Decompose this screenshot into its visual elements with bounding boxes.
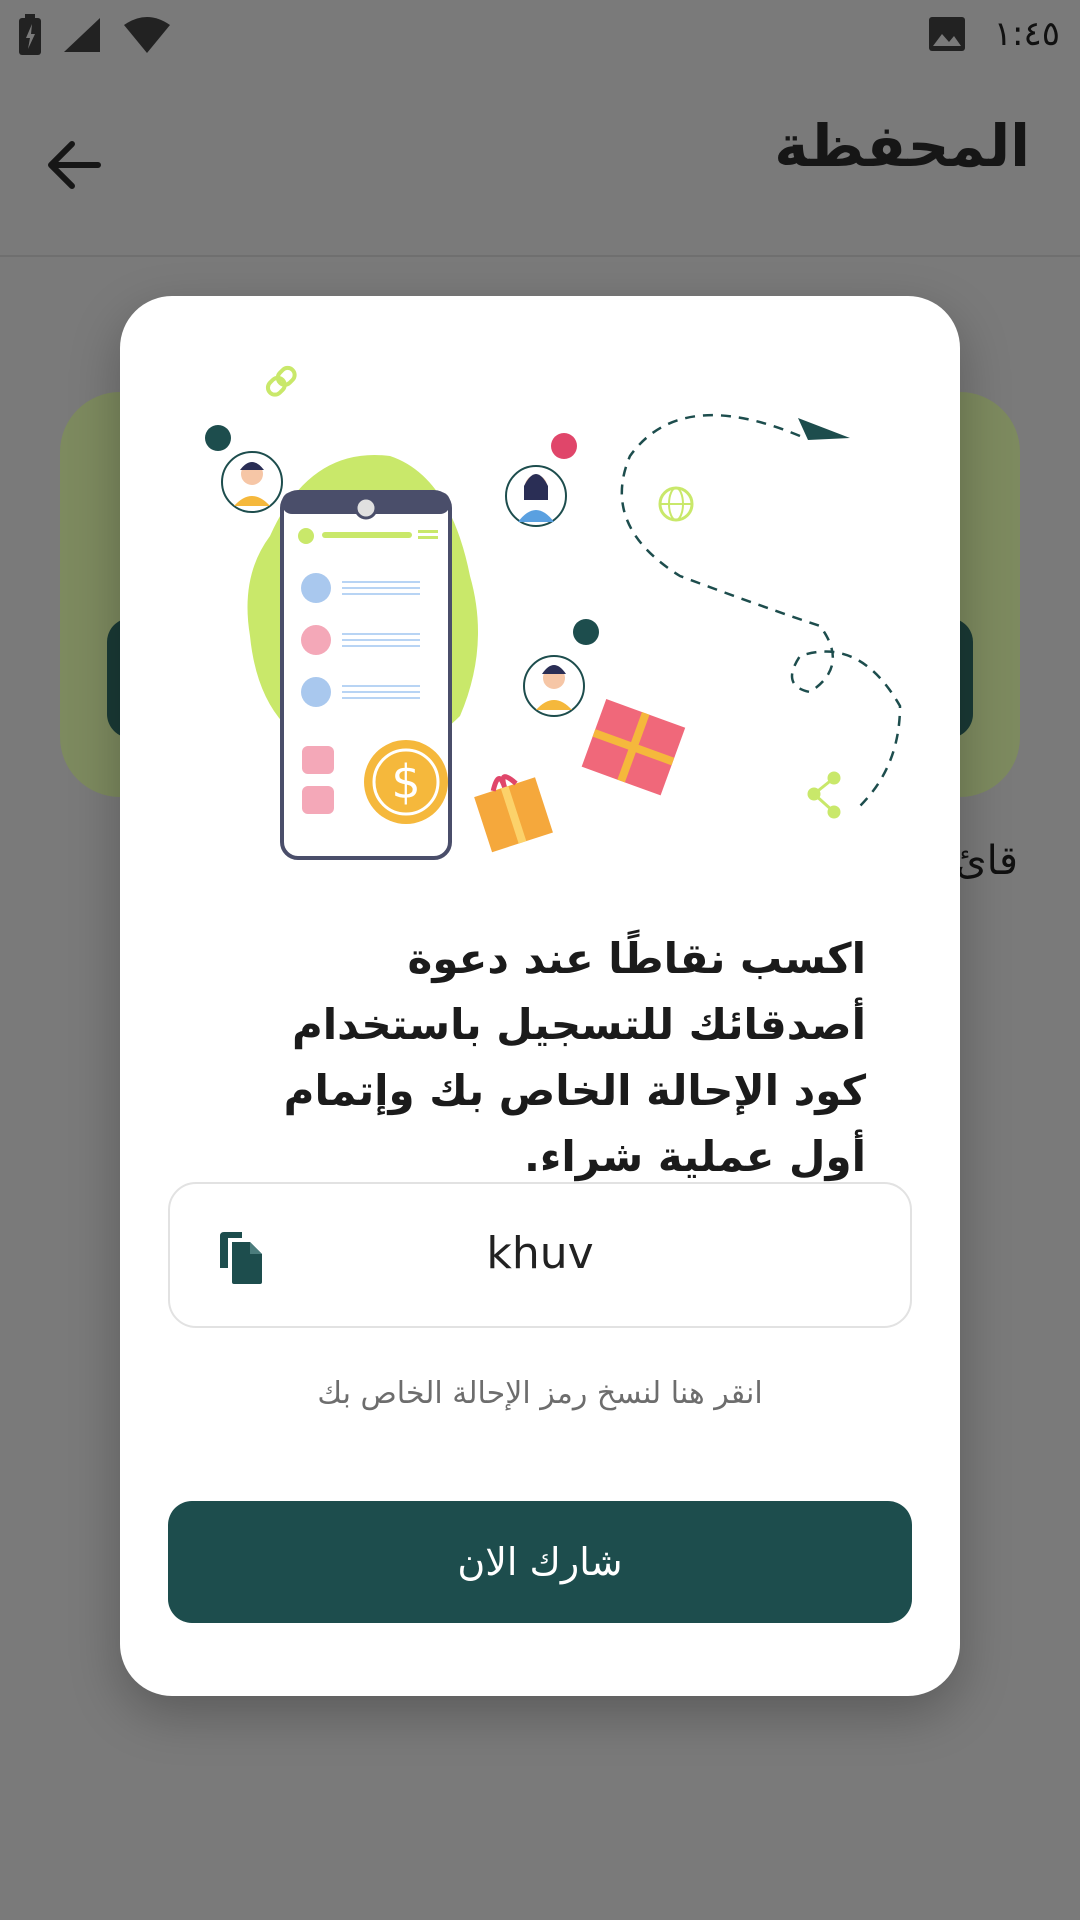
- background-label: قائ: [955, 838, 1018, 884]
- copy-hint[interactable]: انقر هنا لنسخ رمز الإحالة الخاص بك: [120, 1376, 960, 1411]
- share-button[interactable]: شارك الان: [168, 1501, 912, 1623]
- app-bar: المحفظة: [0, 70, 1080, 257]
- referral-modal: $ اكسب نقاطًا عند دعوة أصدقائك للتسجيل ب…: [120, 296, 960, 1696]
- referral-code: khuv: [486, 1228, 594, 1279]
- svg-text:$: $: [391, 755, 420, 809]
- referral-message: اكسب نقاطًا عند دعوة أصدقائك للتسجيل باس…: [283, 934, 866, 1181]
- status-icons-left: [18, 14, 172, 56]
- battery-icon: [19, 14, 41, 55]
- signal-icon: [64, 18, 100, 52]
- image-icon: [928, 17, 965, 51]
- page-title: المحفظة: [774, 112, 1030, 180]
- wifi-icon: [124, 17, 170, 53]
- status-icons-right: ١:٤٥: [928, 14, 1060, 54]
- status-time: ١:٤٥: [993, 14, 1060, 54]
- status-bar: ١:٤٥: [0, 0, 1080, 70]
- back-arrow-icon[interactable]: [40, 130, 110, 200]
- referral-code-box[interactable]: khuv: [168, 1182, 912, 1328]
